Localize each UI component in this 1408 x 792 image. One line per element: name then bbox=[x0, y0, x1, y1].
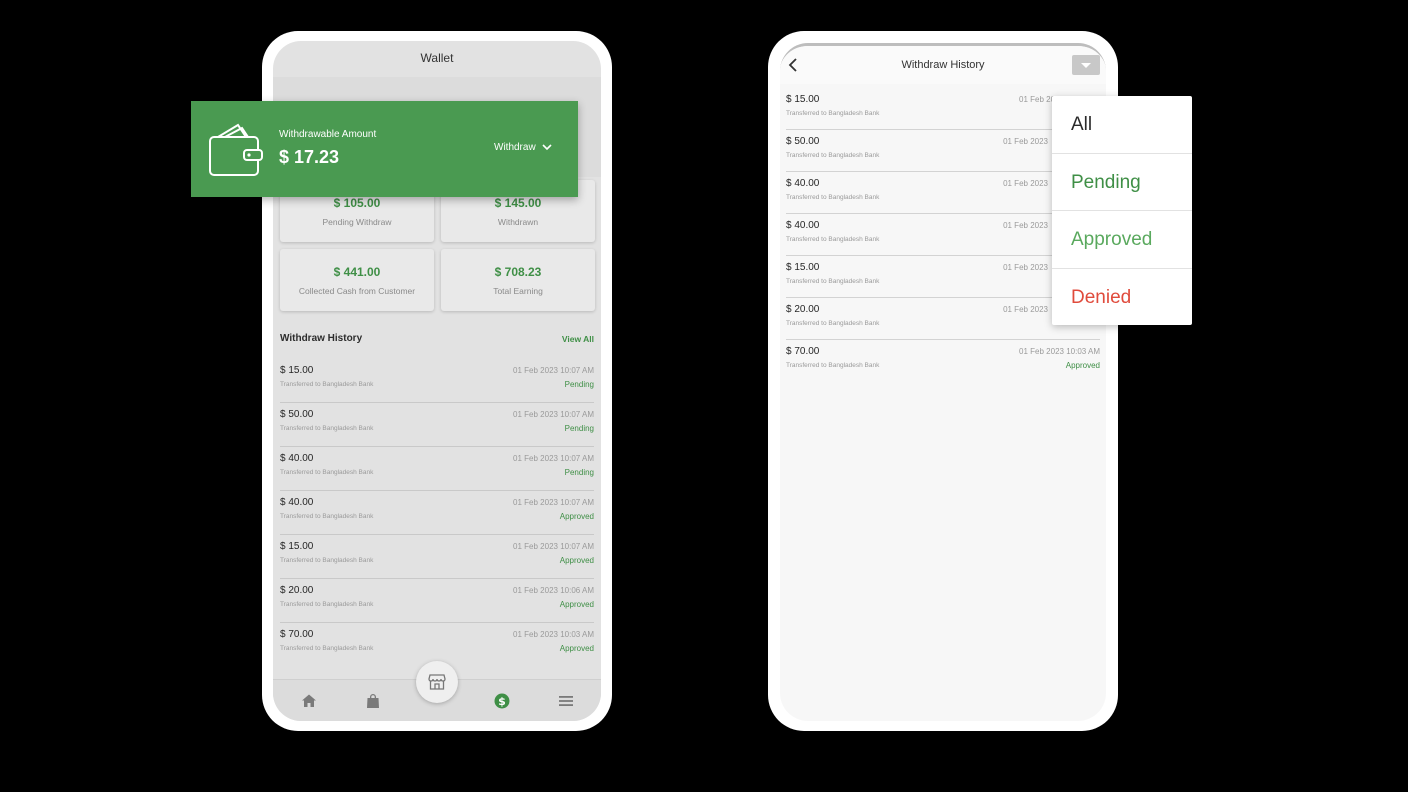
history-description: Transferred to Bangladesh Bank bbox=[786, 152, 880, 159]
history-date: 01 Feb 2023 bbox=[1003, 137, 1048, 146]
history-amount: $ 40.00 bbox=[280, 453, 314, 464]
filter-dropdown-menu: All Pending Approved Denied bbox=[1052, 96, 1192, 325]
history-description: Transferred to Bangladesh Bank bbox=[786, 236, 880, 243]
history-status: Approved bbox=[559, 512, 594, 521]
filter-option-pending[interactable]: Pending bbox=[1052, 154, 1192, 211]
filter-option-denied[interactable]: Denied bbox=[1052, 269, 1192, 327]
history-amount: $ 50.00 bbox=[786, 136, 820, 147]
history-date: 01 Feb 2023 10:07 AM bbox=[513, 454, 594, 463]
history-date: 01 Feb 2023 10:03 AM bbox=[1019, 347, 1100, 356]
history-status: Pending bbox=[564, 380, 594, 389]
svg-text:$: $ bbox=[498, 695, 506, 708]
withdrawable-label: Withdrawable Amount bbox=[279, 129, 377, 140]
history-amount: $ 20.00 bbox=[280, 585, 314, 596]
withdraw-history-list: $ 15.00 Transferred to Bangladesh Bank 0… bbox=[280, 359, 594, 667]
history-amount: $ 50.00 bbox=[280, 409, 314, 420]
history-amount: $ 40.00 bbox=[280, 497, 314, 508]
shopping-bag-icon[interactable] bbox=[365, 693, 381, 709]
store-button[interactable] bbox=[416, 661, 458, 703]
history-description: Transferred to Bangladesh Bank bbox=[786, 362, 880, 369]
stat-label: Withdrawn bbox=[497, 217, 539, 227]
history-description: Transferred to Bangladesh Bank bbox=[280, 513, 374, 520]
view-all-link[interactable]: View All bbox=[562, 334, 594, 344]
history-date: 01 Feb 2023 bbox=[1003, 221, 1048, 230]
history-row[interactable]: $ 20.00 Transferred to Bangladesh Bank 0… bbox=[280, 579, 594, 623]
section-title: Withdraw History bbox=[280, 333, 363, 344]
history-description: Transferred to Bangladesh Bank bbox=[786, 320, 880, 327]
stat-value: $ 105.00 bbox=[333, 196, 381, 210]
history-description: Transferred to Bangladesh Bank bbox=[280, 425, 374, 432]
history-date: 01 Feb 2023 10:07 AM bbox=[513, 498, 594, 507]
history-description: Transferred to Bangladesh Bank bbox=[280, 645, 374, 652]
history-date: 01 Feb 2023 bbox=[1003, 305, 1048, 314]
withdrawable-amount: $ 17.23 bbox=[279, 147, 340, 167]
history-row[interactable]: $ 50.00 Transferred to Bangladesh Bank 0… bbox=[280, 403, 594, 447]
stat-value: $ 708.23 bbox=[494, 265, 542, 279]
stat-value: $ 145.00 bbox=[494, 196, 542, 210]
history-description: Transferred to Bangladesh Bank bbox=[280, 469, 374, 476]
stat-label: Pending Withdraw bbox=[322, 217, 392, 227]
menu-icon[interactable] bbox=[558, 693, 574, 709]
history-amount: $ 15.00 bbox=[280, 365, 314, 376]
withdraw-button[interactable]: Withdraw bbox=[494, 142, 552, 153]
history-amount: $ 40.00 bbox=[786, 220, 820, 231]
history-row[interactable]: $ 40.00 Transferred to Bangladesh Bank 0… bbox=[280, 447, 594, 491]
history-description: Transferred to Bangladesh Bank bbox=[786, 278, 880, 285]
page-title: Withdraw History bbox=[901, 59, 985, 71]
history-amount: $ 15.00 bbox=[280, 541, 314, 552]
history-date: 01 Feb 2023 bbox=[1003, 179, 1048, 188]
history-row[interactable]: $ 15.00 Transferred to Bangladesh Bank 0… bbox=[280, 359, 594, 403]
history-status: Pending bbox=[564, 468, 594, 477]
filter-option-approved[interactable]: Approved bbox=[1052, 211, 1192, 269]
history-description: Transferred to Bangladesh Bank bbox=[786, 194, 880, 201]
withdraw-button-label: Withdraw bbox=[494, 142, 536, 153]
page-title: Wallet bbox=[420, 51, 454, 65]
caret-down-icon bbox=[1081, 63, 1091, 68]
history-description: Transferred to Bangladesh Bank bbox=[280, 381, 374, 388]
history-description: Transferred to Bangladesh Bank bbox=[280, 601, 374, 608]
history-status: Pending bbox=[564, 424, 594, 433]
history-description: Transferred to Bangladesh Bank bbox=[786, 110, 880, 117]
wallet-icon bbox=[209, 123, 263, 176]
filter-dropdown-button[interactable] bbox=[1072, 55, 1100, 75]
withdrawable-card: Withdrawable Amount $ 17.23 Withdraw bbox=[191, 101, 578, 197]
stat-card-collected-cash: $ 441.00 Collected Cash from Customer bbox=[280, 249, 434, 311]
history-status: Approved bbox=[559, 556, 594, 565]
history-date: 01 Feb 2023 10:07 AM bbox=[513, 410, 594, 419]
stat-label: Total Earning bbox=[493, 286, 543, 296]
stat-label: Collected Cash from Customer bbox=[298, 286, 416, 296]
history-date: 01 Feb 2023 10:07 AM bbox=[513, 542, 594, 551]
history-status: Approved bbox=[559, 644, 594, 653]
history-status: Approved bbox=[1065, 361, 1100, 370]
store-icon bbox=[428, 674, 446, 690]
filter-option-all[interactable]: All bbox=[1052, 96, 1192, 154]
history-amount: $ 70.00 bbox=[786, 346, 820, 357]
history-amount: $ 40.00 bbox=[786, 178, 820, 189]
history-status: Approved bbox=[559, 600, 594, 609]
history-amount: $ 15.00 bbox=[786, 262, 820, 273]
history-row[interactable]: $ 70.00 Transferred to Bangladesh Bank 0… bbox=[786, 340, 1100, 382]
history-row[interactable]: $ 40.00 Transferred to Bangladesh Bank 0… bbox=[280, 491, 594, 535]
app-header: Withdraw History bbox=[780, 46, 1106, 84]
history-date: 01 Feb 2023 10:06 AM bbox=[513, 586, 594, 595]
history-description: Transferred to Bangladesh Bank bbox=[280, 557, 374, 564]
history-row[interactable]: $ 15.00 Transferred to Bangladesh Bank 0… bbox=[280, 535, 594, 579]
dollar-icon[interactable]: $ bbox=[494, 693, 510, 709]
history-date: 01 Feb 2023 bbox=[1003, 263, 1048, 272]
chevron-down-icon bbox=[542, 144, 552, 151]
history-amount: $ 20.00 bbox=[786, 304, 820, 315]
history-date: 01 Feb 2023 10:07 AM bbox=[513, 366, 594, 375]
history-amount: $ 15.00 bbox=[786, 94, 820, 105]
stat-card-total-earning: $ 708.23 Total Earning bbox=[441, 249, 595, 311]
history-date: 01 Feb 2023 10:03 AM bbox=[513, 630, 594, 639]
history-amount: $ 70.00 bbox=[280, 629, 314, 640]
withdraw-history-header: Withdraw History View All bbox=[280, 333, 594, 347]
home-icon[interactable] bbox=[301, 693, 317, 709]
stat-value: $ 441.00 bbox=[333, 265, 381, 279]
